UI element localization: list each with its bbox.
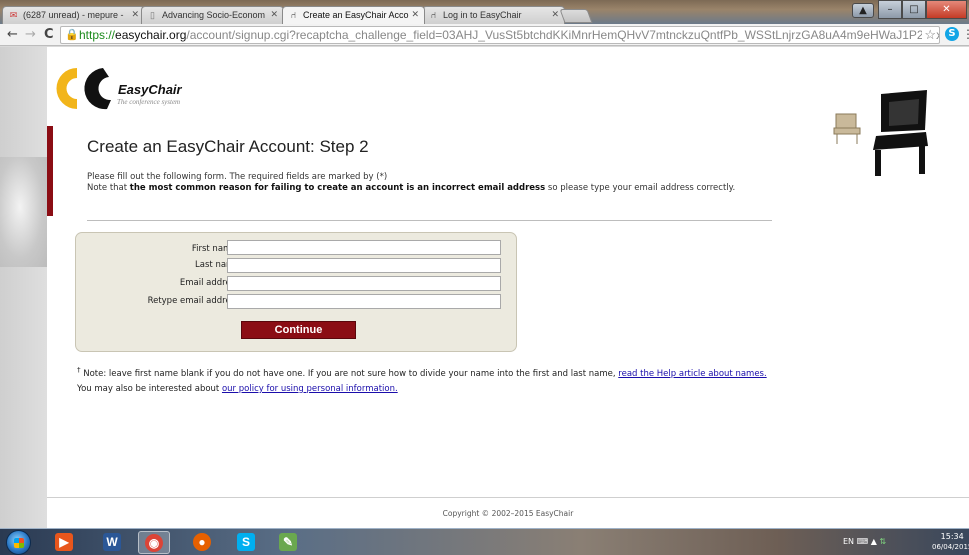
skype-icon[interactable]: S bbox=[230, 531, 262, 554]
intro-note: Note that the most common reason for fai… bbox=[87, 183, 787, 194]
network-icon[interactable]: ⇅ bbox=[879, 537, 886, 546]
continue-button[interactable]: Continue bbox=[241, 321, 356, 339]
logo-name: EasyChair bbox=[118, 82, 182, 97]
system-tray: EN ⌨ ▲ ⇅ bbox=[843, 537, 886, 546]
note-text: Note: leave first name blank if you do n… bbox=[80, 368, 619, 379]
accent-bar bbox=[47, 126, 53, 216]
clock-date: 06/04/2015 bbox=[932, 543, 969, 551]
browser-tab-strip: ✉ (6287 unread) - mepure - ✕ ▯ Advancing… bbox=[0, 0, 969, 24]
form-row-retype-email: Retype email address (*): bbox=[76, 294, 518, 310]
language-indicator[interactable]: EN bbox=[843, 537, 854, 546]
privacy-policy-link[interactable]: our policy for using personal informatio… bbox=[222, 384, 398, 394]
forward-arrow-icon[interactable]: → bbox=[25, 27, 36, 43]
tab-title: Log in to EasyChair bbox=[443, 10, 522, 20]
intro-note-suffix: so please type your email address correc… bbox=[545, 183, 736, 193]
media-player-icon[interactable]: ▶ bbox=[48, 531, 80, 554]
last-name-input[interactable] bbox=[227, 258, 501, 273]
divider bbox=[87, 220, 772, 221]
chrome-glyph: ◉ bbox=[145, 534, 163, 552]
word-icon[interactable]: W bbox=[96, 531, 128, 554]
tab-title: Create an EasyChair Acco bbox=[303, 10, 409, 20]
intro-note-emphasis: the most common reason for failing to cr… bbox=[129, 183, 546, 193]
page-content: EasyChair The conference system Create a… bbox=[47, 47, 969, 528]
intro-text: Please fill out the following form. The … bbox=[87, 172, 787, 194]
word-glyph: W bbox=[103, 533, 121, 551]
maximize-button[interactable]: □ bbox=[902, 0, 926, 19]
new-tab-button[interactable] bbox=[559, 9, 593, 23]
signup-form: First name† (*): Last name (*): Email ad… bbox=[75, 232, 517, 352]
url-host: easychair.org bbox=[115, 28, 187, 42]
retype-email-input[interactable] bbox=[227, 294, 501, 309]
tray-expand-icon[interactable]: ▲ bbox=[871, 537, 877, 546]
url-scheme: https:// bbox=[79, 28, 116, 42]
logo-tagline: The conference system bbox=[117, 98, 181, 106]
help-names-link[interactable]: read the Help article about names. bbox=[618, 369, 766, 379]
tab-create-account[interactable]: ⑁ Create an EasyChair Acco ✕ bbox=[282, 6, 425, 24]
form-row-email: Email address (*): bbox=[76, 276, 518, 292]
form-row-last-name: Last name (*): bbox=[76, 258, 518, 274]
copyright-text: Copyright © 2002–2015 EasyChair bbox=[442, 509, 574, 518]
intro-note-prefix: Note that bbox=[87, 183, 130, 193]
firefox-icon[interactable]: ● bbox=[186, 531, 218, 554]
note-text: You may also be interested about bbox=[77, 383, 222, 394]
url-path: /account/signup.cgi?recaptcha_challenge_… bbox=[186, 28, 940, 42]
form-row-first-name: First name† (*): bbox=[76, 240, 518, 256]
page-title: Create an EasyChair Account: Step 2 bbox=[87, 137, 369, 156]
page-icon: ▯ bbox=[150, 10, 155, 20]
system-clock[interactable]: 15:34 06/04/2015 bbox=[932, 531, 969, 553]
address-bar[interactable]: 🔒 https://easychair.org/account/signup.cg… bbox=[60, 26, 940, 44]
help-notes: † Note: leave first name blank if you do… bbox=[77, 362, 937, 397]
tab-title: (6287 unread) - mepure - bbox=[23, 10, 124, 20]
chrome-icon[interactable]: ◉ bbox=[138, 531, 170, 554]
tab-title: Advancing Socio-Econom bbox=[162, 10, 266, 20]
user-profile-icon[interactable]: ▲ bbox=[852, 3, 874, 18]
page-footer: Copyright © 2002–2015 EasyChair bbox=[47, 497, 969, 528]
close-window-button[interactable]: ✕ bbox=[926, 0, 967, 19]
chair-icon: ⑁ bbox=[290, 10, 297, 20]
retype-email-label-text: Retype email address bbox=[147, 296, 240, 306]
start-button[interactable] bbox=[6, 530, 31, 555]
first-name-input[interactable] bbox=[227, 240, 501, 255]
close-tab-icon[interactable]: ✕ bbox=[131, 9, 139, 20]
close-tab-icon[interactable]: ✕ bbox=[270, 9, 278, 20]
close-tab-icon[interactable]: ✕ bbox=[411, 9, 419, 20]
keyboard-icon[interactable]: ⌨ bbox=[857, 537, 869, 546]
clock-time: 15:34 bbox=[940, 532, 964, 541]
chairs-illustration bbox=[833, 90, 928, 176]
media-player-glyph: ▶ bbox=[55, 533, 73, 551]
intro-line: Please fill out the following form. The … bbox=[87, 172, 388, 182]
paint-glyph: ✎ bbox=[279, 533, 297, 551]
note-line-policy: You may also be interested about our pol… bbox=[77, 382, 937, 397]
paint-icon[interactable]: ✎ bbox=[272, 531, 304, 554]
windows-taskbar: ▶ W ◉ ● S ✎ EN ⌨ ▲ ⇅ 15:34 06/04/2015 bbox=[0, 528, 969, 555]
chair-icon: ⑁ bbox=[430, 10, 437, 20]
email-input[interactable] bbox=[227, 276, 501, 291]
firefox-glyph: ● bbox=[193, 533, 211, 551]
skype-glyph: S bbox=[237, 533, 255, 551]
back-arrow-icon[interactable]: ← bbox=[7, 27, 18, 43]
minimize-button[interactable]: – bbox=[878, 0, 902, 19]
skype-extension-icon[interactable]: S bbox=[945, 27, 959, 41]
tab-login[interactable]: ⑁ Log in to EasyChair ✕ bbox=[422, 6, 565, 24]
page-viewport: EasyChair The conference system Create a… bbox=[0, 47, 969, 528]
lock-icon: 🔒 bbox=[65, 29, 79, 41]
bookmark-star-icon[interactable]: ☆ bbox=[922, 27, 936, 43]
mail-icon: ✉ bbox=[9, 10, 18, 20]
tab-gmail[interactable]: ✉ (6287 unread) - mepure - ✕ bbox=[2, 6, 145, 24]
note-line-names: † Note: leave first name blank if you do… bbox=[77, 362, 937, 382]
background-photo bbox=[0, 157, 47, 267]
close-tab-icon[interactable]: ✕ bbox=[551, 9, 559, 20]
tab-advancing[interactable]: ▯ Advancing Socio-Econom ✕ bbox=[141, 6, 284, 24]
menu-icon[interactable]: ⋮ bbox=[962, 27, 969, 41]
browser-toolbar: ← → C 🔒 https://easychair.org/account/sig… bbox=[0, 24, 969, 46]
reload-icon[interactable]: C bbox=[44, 27, 54, 43]
